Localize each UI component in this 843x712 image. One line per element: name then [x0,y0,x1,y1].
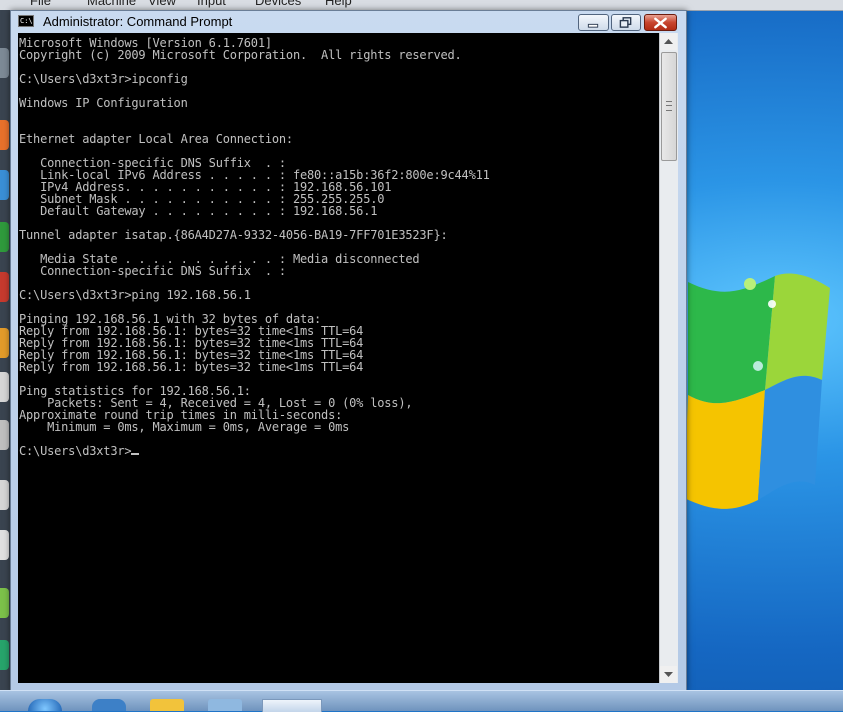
dock-app-icon[interactable] [0,272,9,302]
grip-icon [666,101,672,111]
vertical-scrollbar[interactable] [659,33,678,683]
dock-app-icon[interactable] [0,372,9,402]
windows-logo-wallpaper [684,273,830,509]
taskbar-ie-icon[interactable] [92,699,126,711]
text-cursor [131,453,140,455]
dock-app-icon[interactable] [0,530,9,560]
dock-app-icon[interactable] [0,48,9,78]
start-orb-icon[interactable] [28,699,62,711]
dock-app-icon[interactable] [0,480,9,510]
taskbar-cmd-button[interactable] [262,699,322,712]
menu-help[interactable]: Help [325,0,352,8]
scroll-thumb[interactable] [661,52,677,161]
menu-devices[interactable]: Devices [255,0,301,8]
taskbar [0,690,843,712]
dock-app-icon[interactable] [0,640,9,670]
console-line: Tunnel adapter isatap.{86A4D27A-9332-405… [19,228,448,242]
window-titlebar[interactable]: C:\ Administrator: Command Prompt [11,11,686,33]
minimize-icon [587,23,599,28]
console-line: C:\Users\d3xt3r> [19,444,132,458]
taskbar-explorer-icon[interactable] [150,699,184,711]
command-prompt-window[interactable]: C:\ Administrator: Command Prompt Micros… [10,10,687,692]
minimize-button[interactable] [578,14,609,31]
arrow-up-icon [664,39,673,44]
console-line: C:\Users\d3xt3r>ping 192.168.56.1 [19,288,251,302]
dock-app-icon[interactable] [0,588,9,618]
scroll-up-button[interactable] [660,33,677,50]
window-title: Administrator: Command Prompt [43,14,233,29]
menu-view[interactable]: View [148,0,176,8]
dock-app-icon[interactable] [0,120,9,150]
console-output[interactable]: Microsoft Windows [Version 6.1.7601] Cop… [18,33,659,683]
dock-app-icon[interactable] [0,170,9,200]
console-line: Windows IP Configuration [19,96,188,110]
scroll-down-button[interactable] [660,666,677,683]
left-dock [0,10,10,690]
dock-app-icon[interactable] [0,222,9,252]
arrow-down-icon [664,672,673,677]
console-line: Connection-specific DNS Suffix . : [19,264,286,278]
menu-file[interactable]: File [30,0,51,8]
dock-app-icon[interactable] [0,420,9,450]
console-text: Microsoft Windows [Version 6.1.7601] Cop… [18,33,659,457]
maximize-icon [619,17,632,28]
dock-app-icon[interactable] [0,328,9,358]
console-line: Minimum = 0ms, Maximum = 0ms, Average = … [19,420,350,434]
console-line: Copyright (c) 2009 Microsoft Corporation… [19,48,462,62]
taskbar-app-icon[interactable] [208,699,242,711]
close-icon [654,17,667,29]
maximize-button[interactable] [611,14,641,31]
console-line: C:\Users\d3xt3r>ipconfig [19,72,188,86]
close-button[interactable] [644,14,677,31]
menu-machine[interactable]: Machine [87,0,136,8]
cmd-icon[interactable]: C:\ [18,15,34,27]
console-line: Reply from 192.168.56.1: bytes=32 time<1… [19,360,364,374]
console-line: Default Gateway . . . . . . . . . : 192.… [19,204,378,218]
menu-input[interactable]: Input [197,0,226,8]
console-line: Ethernet adapter Local Area Connection: [19,132,293,146]
